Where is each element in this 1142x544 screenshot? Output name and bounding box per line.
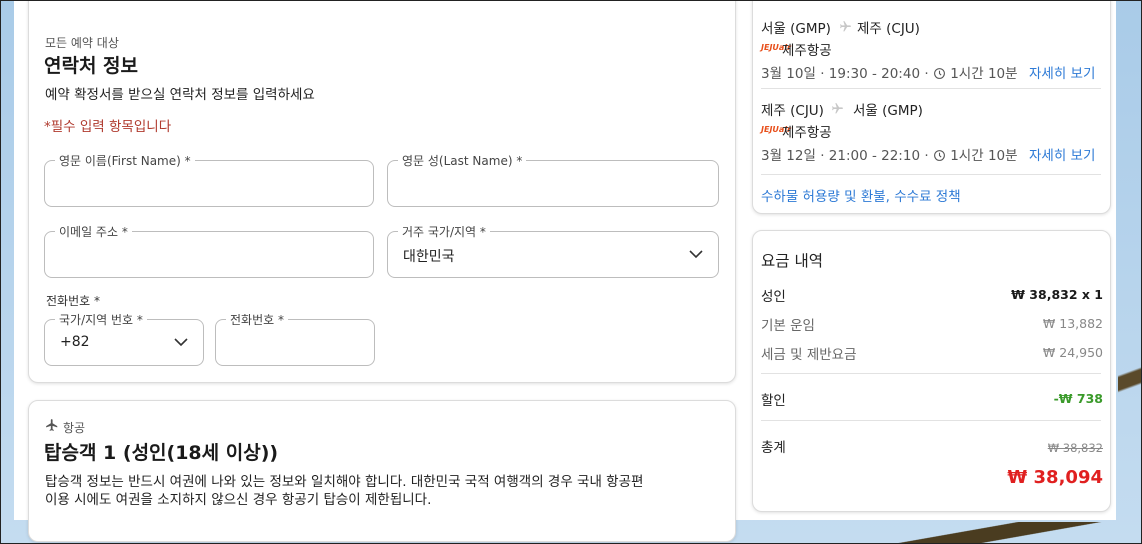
flight-2-to: 서울 (GMP): [853, 103, 923, 119]
divider: [761, 373, 1101, 374]
flight-2-schedule-text: 3월 12일 · 21:00 - 22:10 ·: [761, 148, 933, 164]
plane-icon: [832, 103, 843, 114]
contact-info-card: 모든 예약 대상 연락처 정보 예약 확정서를 받으실 연락처 정보를 입력하세…: [28, 0, 736, 383]
phone-field[interactable]: 전화번호 *: [215, 311, 375, 366]
divider: [761, 174, 1101, 175]
first-name-field[interactable]: 영문 이름(First Name) *: [44, 152, 374, 207]
passenger-description-line1: 탑승객 정보는 반드시 여권에 나와 있는 정보와 일치해야 합니다. 대한민국…: [45, 474, 644, 490]
contact-eyebrow: 모든 예약 대상: [45, 36, 119, 50]
email-label: 이메일 주소 *: [55, 223, 132, 240]
flight-1-schedule-text: 3월 10일 · 19:30 - 20:40 ·: [761, 66, 933, 82]
clock-icon: [934, 68, 945, 79]
country-code-label: 국가/지역 번호 *: [55, 311, 147, 328]
passenger-description-line2: 이용 시에도 여권을 소지하지 않으신 경우 항공기 탑승이 제한됩니다.: [45, 492, 432, 508]
passenger-eyebrow: 항공: [63, 421, 86, 435]
plane-icon: [840, 21, 851, 32]
fare-breakdown-card: 요금 내역 성인 ₩ 38,832 x 1 기본 운임 ₩ 13,882 세금 …: [752, 230, 1111, 512]
flight-1-duration: 1시간 10분: [950, 66, 1018, 82]
background-scenery: [1118, 300, 1142, 540]
email-field[interactable]: 이메일 주소 *: [44, 223, 374, 278]
discount-value: -₩ 738: [1053, 391, 1103, 406]
flight-2-details-link[interactable]: 자세히 보기: [1029, 144, 1095, 164]
flight-2-duration: 1시간 10분: [950, 148, 1018, 164]
flight-1-schedule: 3월 10일 · 19:30 - 20:40 · 1시간 10분: [761, 62, 1018, 82]
adult-label: 성인: [761, 289, 786, 305]
flight-2-from: 제주 (CJU): [761, 103, 824, 119]
country-code-select[interactable]: 국가/지역 번호 * +82: [44, 311, 204, 366]
flight-1-from: 서울 (GMP): [761, 21, 831, 37]
last-name-label: 영문 성(Last Name) *: [398, 152, 527, 169]
passenger-card: 항공 탑승객 1 (성인(18세 이상)) 탑승객 정보는 반드시 여권에 나와…: [28, 400, 736, 542]
total-price: ₩ 38,094: [1007, 467, 1103, 488]
chevron-down-icon: [689, 250, 703, 259]
flight-2-schedule: 3월 12일 · 21:00 - 22:10 · 1시간 10분: [761, 144, 1018, 164]
first-name-label: 영문 이름(First Name) *: [55, 152, 195, 169]
country-code-value: +82: [60, 334, 90, 350]
base-fare-value: ₩ 13,882: [1042, 316, 1103, 331]
divider: [761, 420, 1101, 421]
chevron-down-icon: [174, 338, 188, 347]
flight-1-details-link[interactable]: 자세히 보기: [1029, 62, 1095, 82]
plane-icon: [46, 419, 58, 431]
country-value: 대한민국: [403, 249, 455, 265]
country-select[interactable]: 거주 국가/지역 * 대한민국: [387, 223, 719, 278]
last-name-field[interactable]: 영문 성(Last Name) *: [387, 152, 719, 207]
tax-value: ₩ 24,950: [1042, 345, 1103, 360]
discount-label: 할인: [761, 393, 786, 409]
phone-label: 전화번호 *: [226, 311, 288, 328]
total-original-price: ₩ 38,832: [1047, 441, 1103, 455]
phone-section-label: 전화번호 *: [46, 294, 100, 308]
flight-1-airline: 제주항공: [782, 43, 832, 59]
adult-value: ₩ 38,832 x 1: [1011, 287, 1103, 302]
flight-summary-card: 서울 (GMP) 제주 (CJU) JEJUair 제주항공 3월 10일 · …: [752, 0, 1111, 214]
flight-2-airline: 제주항공: [782, 125, 832, 141]
flight-1-to: 제주 (CJU): [857, 21, 920, 37]
required-note: *필수 입력 항목입니다: [44, 119, 172, 135]
divider: [761, 88, 1101, 89]
passenger-title: 탑승객 1 (성인(18세 이상)): [44, 442, 279, 464]
tax-label: 세금 및 제반요금: [761, 347, 857, 363]
contact-description: 예약 확정서를 받으실 연락처 정보를 입력하세요: [45, 87, 315, 103]
base-fare-label: 기본 운임: [761, 318, 815, 334]
contact-title: 연락처 정보: [44, 55, 139, 77]
fare-title: 요금 내역: [761, 252, 823, 270]
country-label: 거주 국가/지역 *: [398, 223, 490, 240]
background-scenery-bottom: [850, 522, 1140, 544]
clock-icon: [934, 150, 945, 161]
baggage-policy-link[interactable]: 수하물 허용량 및 환불, 수수료 정책: [761, 185, 961, 205]
total-label: 총계: [761, 440, 786, 456]
